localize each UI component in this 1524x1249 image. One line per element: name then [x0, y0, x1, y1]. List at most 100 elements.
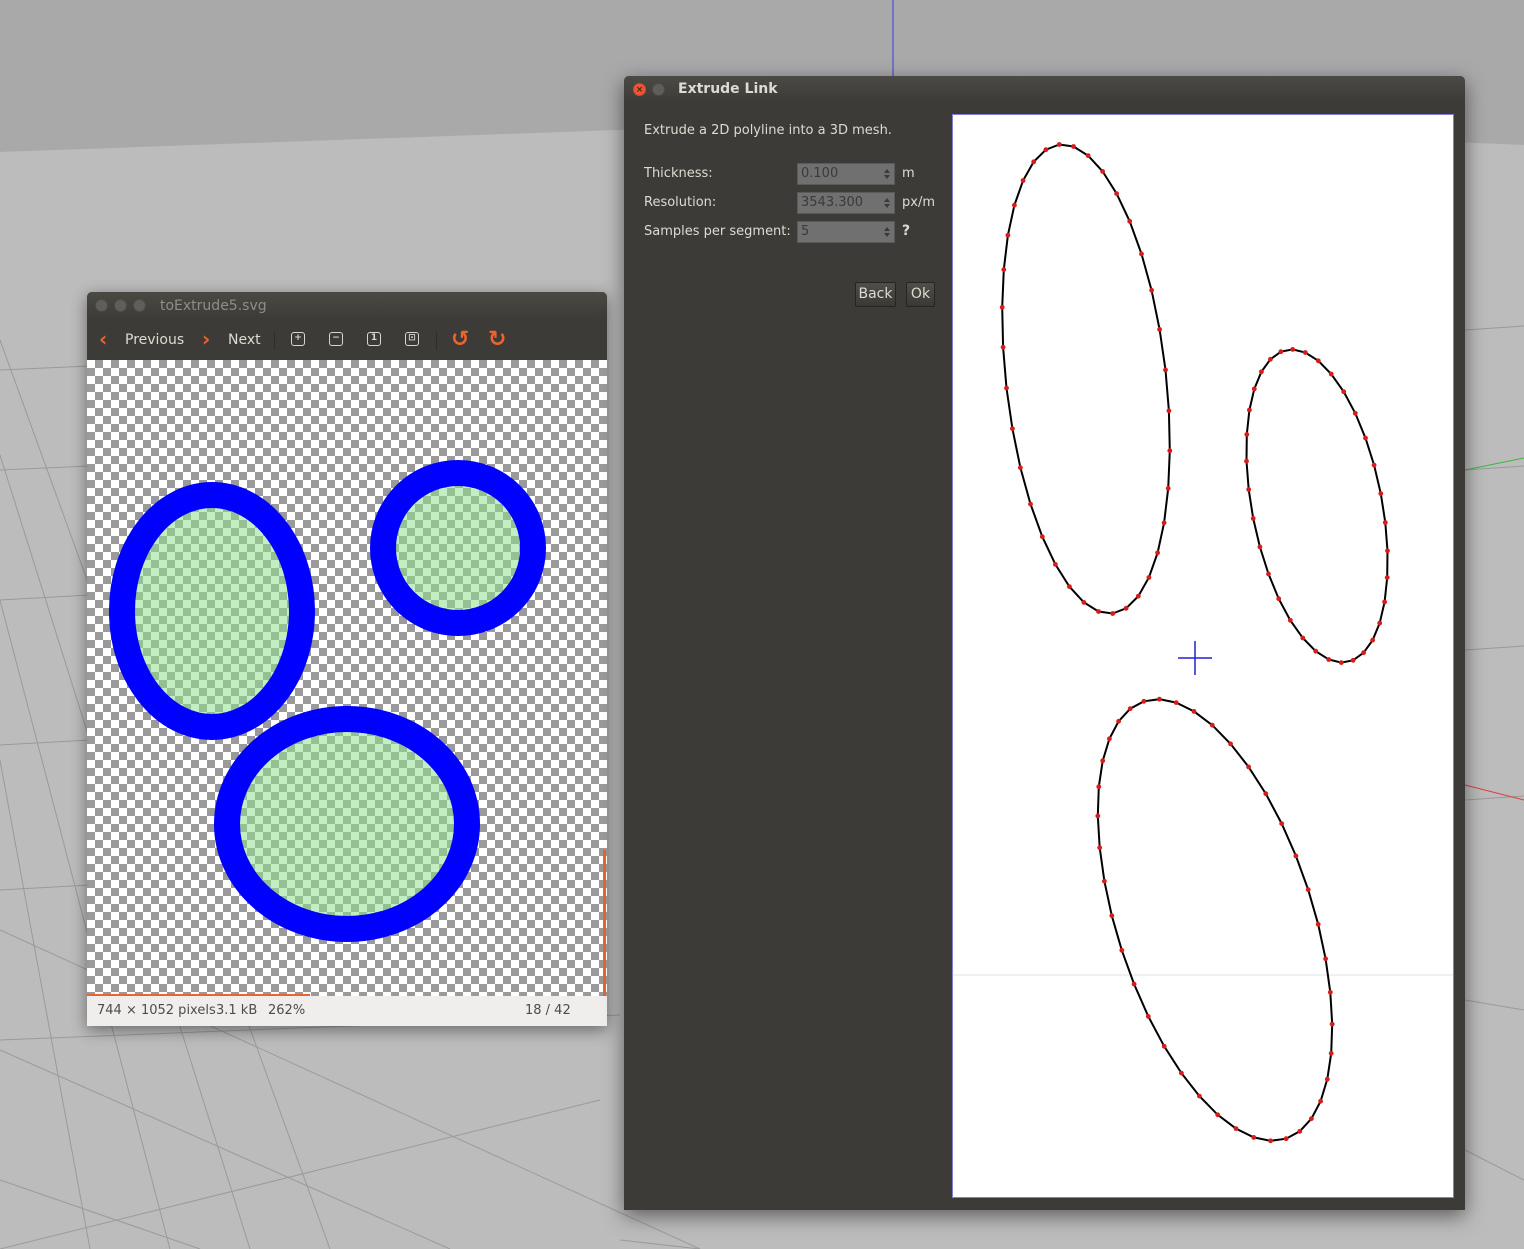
sample-point [1276, 596, 1282, 602]
sample-point [1338, 660, 1344, 665]
sample-point [1110, 611, 1116, 616]
sample-point [1268, 1138, 1273, 1144]
svg-image [109, 460, 546, 942]
sample-point [1246, 764, 1251, 770]
next-button[interactable]: › Next [202, 327, 264, 352]
dialog-description: Extrude a 2D polyline into a 3D mesh. [644, 123, 892, 138]
sample-point [1341, 389, 1347, 395]
sample-point [1020, 178, 1026, 183]
sample-point [1139, 251, 1144, 257]
sample-point [1385, 548, 1390, 554]
sample-point [1257, 544, 1263, 550]
sample-point [1155, 550, 1160, 556]
zoom-out-icon[interactable]: − [329, 332, 343, 346]
sample-point [1191, 709, 1197, 714]
spin-up-icon[interactable] [884, 169, 890, 173]
sample-point [1361, 650, 1366, 656]
sample-point [1382, 520, 1388, 525]
sample-point [1279, 821, 1285, 826]
extrude-link-dialog[interactable]: × Extrude Link Extrude a 2D polyline int… [624, 76, 1465, 1210]
sample-point [1290, 347, 1296, 352]
vertical-scrollbar[interactable] [603, 850, 606, 996]
sample-point [1297, 1128, 1303, 1134]
dialog-titlebar[interactable]: × Extrude Link [624, 76, 1465, 103]
minimize-icon[interactable] [114, 299, 127, 312]
sample-point [1328, 1050, 1334, 1056]
back-button[interactable]: Back [855, 282, 896, 307]
sample-point [1131, 981, 1137, 987]
sample-point [1116, 718, 1121, 724]
sample-point [1081, 600, 1087, 605]
spin-up-icon[interactable] [884, 227, 890, 231]
sample-point [1378, 491, 1384, 496]
sample-point [1350, 657, 1356, 663]
sample-point [1053, 562, 1058, 567]
resolution-label: Resolution: [644, 195, 717, 210]
resolution-unit: px/m [902, 195, 935, 210]
sample-point [1313, 648, 1319, 654]
maximize-icon[interactable] [133, 299, 146, 312]
sample-point [1377, 620, 1383, 626]
close-icon[interactable] [95, 299, 108, 312]
sample-point [1315, 358, 1321, 364]
sample-point [1127, 706, 1133, 712]
image-viewer-window[interactable]: toExtrude5.svg ‹ Previous › Next + − 1 ⊡… [87, 292, 607, 1026]
ellipse-right-polyline [1245, 348, 1389, 664]
previous-button[interactable]: ‹ Previous [99, 327, 187, 352]
toolbar-separator [436, 332, 437, 350]
image-canvas[interactable] [87, 360, 607, 996]
preview-canvas [953, 142, 1453, 1144]
sample-point [1173, 700, 1179, 705]
sample-point [1039, 534, 1045, 540]
spin-down-icon[interactable] [884, 175, 890, 179]
sample-point [1067, 584, 1072, 589]
image-dimensions: 744 × 1052 pixels [97, 1003, 216, 1018]
dialog-title: Extrude Link [678, 81, 778, 97]
sample-point [1095, 813, 1101, 819]
sample-point [1157, 327, 1162, 332]
image-position: 18 / 42 [525, 1003, 571, 1018]
ok-button[interactable]: Ok [906, 282, 935, 307]
sample-point [1370, 637, 1375, 643]
sample-point [1010, 426, 1015, 431]
toolbar-separator [274, 332, 275, 350]
ellipse-left-polyline [1001, 143, 1171, 615]
sample-point [1031, 159, 1037, 165]
sample-point [1233, 1126, 1239, 1131]
sample-point [1215, 1112, 1221, 1118]
viewer-titlebar[interactable]: toExtrude5.svg [87, 292, 607, 320]
spin-down-icon[interactable] [884, 233, 890, 237]
sample-point [1100, 758, 1106, 764]
spin-up-icon[interactable] [884, 198, 890, 202]
thickness-spinbox[interactable]: 0.100 [797, 163, 895, 185]
rotate-left-icon[interactable]: ↺ [451, 327, 469, 352]
sample-point [999, 304, 1005, 310]
sample-point [1251, 386, 1257, 392]
sample-point [1384, 575, 1390, 580]
sample-point [1371, 462, 1377, 468]
sample-point [1107, 736, 1112, 742]
sample-point [1363, 435, 1368, 441]
sample-point [1004, 385, 1009, 391]
help-button[interactable]: ? [902, 223, 910, 239]
zoom-in-icon[interactable]: + [291, 332, 305, 346]
polyline-preview[interactable] [952, 114, 1454, 1198]
zoom-fit-icon[interactable]: ⊡ [405, 332, 419, 346]
sample-point [1327, 989, 1333, 995]
sample-point [1352, 410, 1358, 416]
thickness-unit: m [902, 166, 915, 181]
sample-point [1097, 845, 1103, 851]
sample-point [1268, 356, 1273, 362]
zoom-normal-icon[interactable]: 1 [367, 332, 381, 346]
sample-point [1100, 169, 1105, 174]
spin-down-icon[interactable] [884, 204, 890, 208]
sample-point [1096, 609, 1101, 614]
sample-point [1179, 1070, 1184, 1076]
resolution-spinbox[interactable]: 3543.300 [797, 192, 895, 214]
close-icon[interactable]: × [633, 83, 646, 96]
chevron-left-icon: ‹ [99, 327, 108, 351]
rotate-right-icon[interactable]: ↻ [488, 327, 506, 352]
window-title: toExtrude5.svg [160, 298, 267, 314]
samples-spinbox[interactable]: 5 [797, 221, 895, 243]
maximize-icon[interactable] [652, 83, 665, 96]
